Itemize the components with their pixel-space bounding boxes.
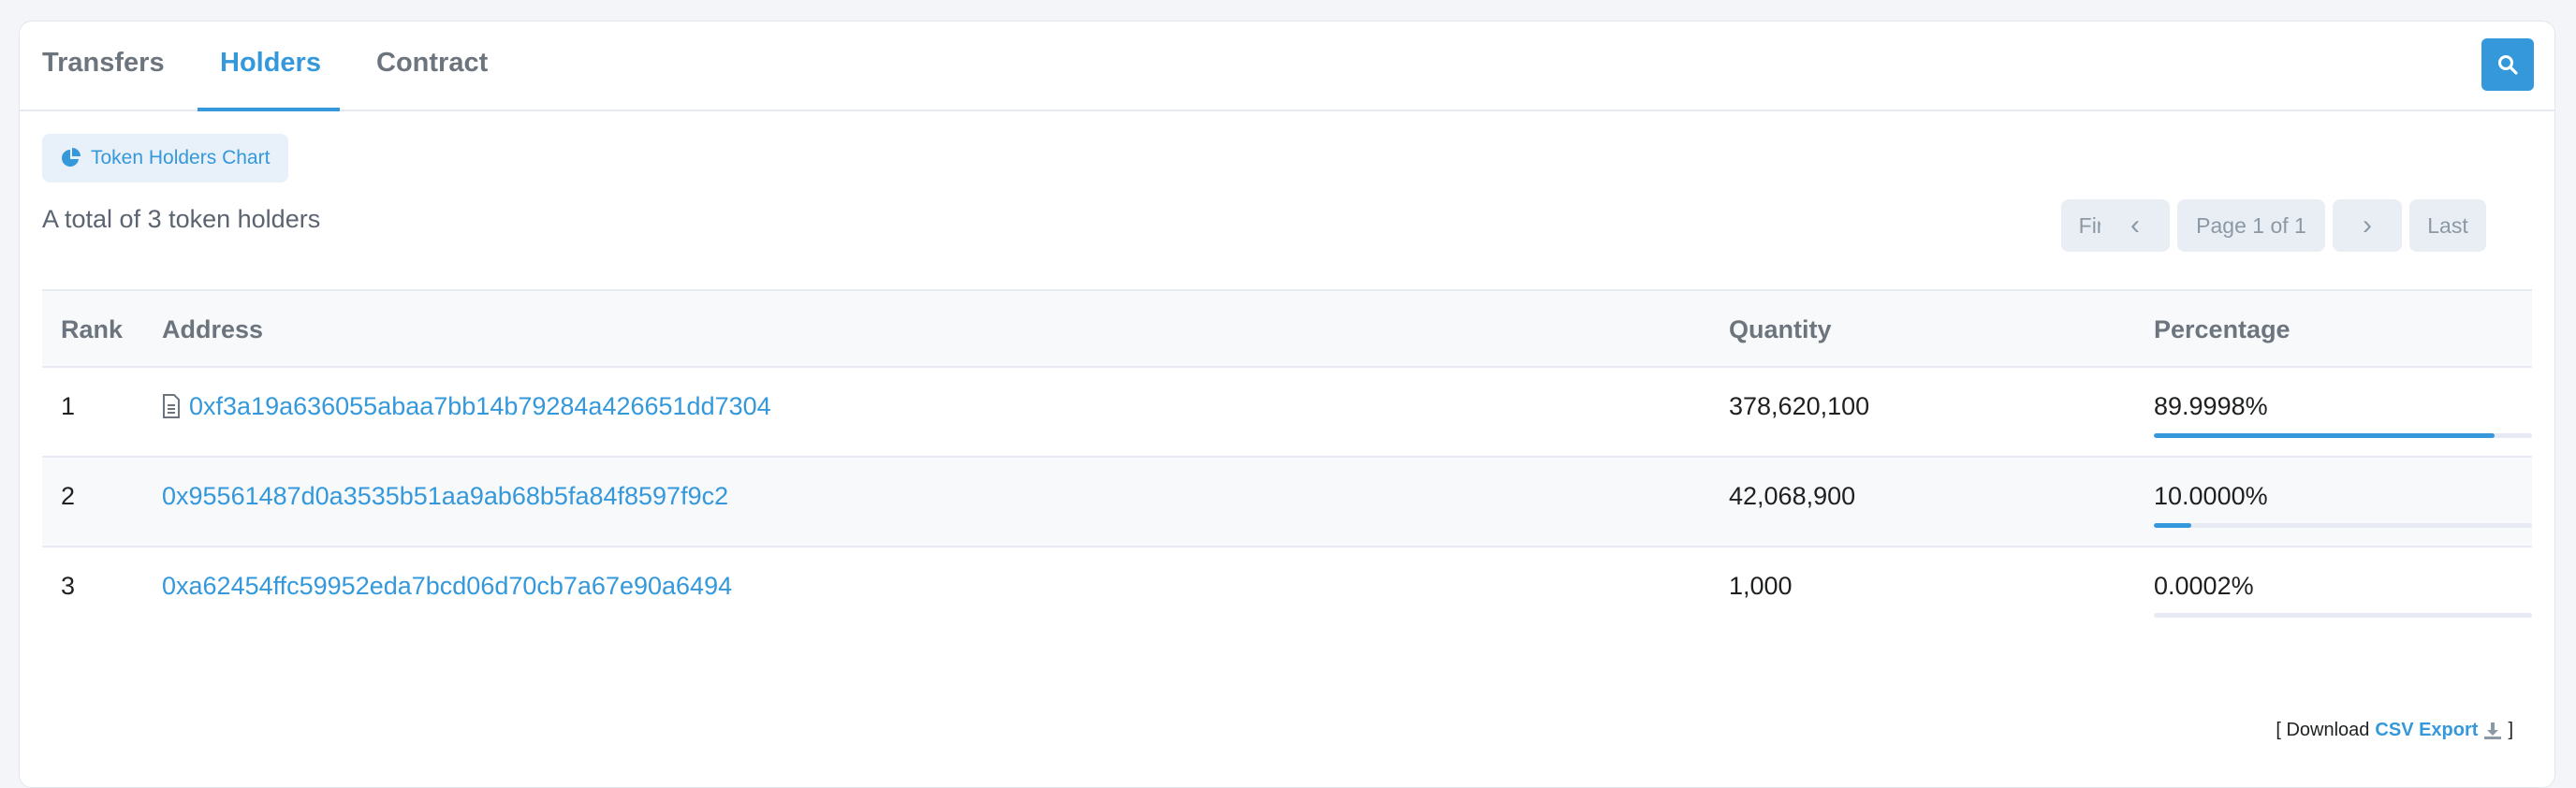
contract-file-icon [163, 394, 180, 418]
table-row: 2 0x95561487d0a3535b51aa9ab68b5fa84f8597… [42, 458, 2532, 547]
rank-cell: 3 [61, 572, 76, 600]
holder-address-link[interactable]: 0xf3a19a636055abaa7bb14b79284a426651dd73… [189, 392, 771, 421]
column-header-rank: Rank [61, 315, 124, 343]
total-holders-text: A total of 3 token holders [42, 205, 321, 233]
last-page-button[interactable]: Last [2409, 199, 2486, 252]
next-page-button[interactable]: › [2333, 199, 2402, 252]
csv-export-label: CSV Export [2375, 720, 2479, 740]
tab-holders[interactable]: Holders [220, 48, 321, 109]
chevron-right-icon: › [2363, 210, 2372, 241]
percentage-bar-fill [2154, 523, 2192, 528]
tab-bar: Transfers Holders Contract [20, 22, 2554, 111]
prev-page-button[interactable]: ‹ [2100, 199, 2170, 252]
holders-card: Transfers Holders Contract Token Holders… [19, 21, 2555, 788]
holder-address-link[interactable]: 0x95561487d0a3535b51aa9ab68b5fa84f8597f9… [162, 482, 728, 511]
search-icon [2498, 55, 2518, 75]
percentage-bar [2154, 523, 2532, 528]
percentage-bar-fill [2154, 433, 2495, 438]
column-header-address: Address [162, 315, 264, 343]
download-icon [2484, 722, 2502, 739]
page-indicator: Page 1 of 1 [2177, 199, 2325, 252]
percentage-cell: 10.0000% [2154, 482, 2268, 510]
download-prefix: [ Download [2276, 720, 2370, 740]
table-row: 1 0xf3a19a636055abaa7bb14b79284a426651dd… [42, 368, 2532, 458]
quantity-cell: 378,620,100 [1729, 392, 1870, 420]
holders-table: Rank Address Quantity Percentage 1 0xf3a… [42, 289, 2532, 637]
tab-transfers[interactable]: Transfers [42, 48, 165, 109]
table-header: Rank Address Quantity Percentage [42, 289, 2532, 368]
quantity-cell: 1,000 [1729, 572, 1793, 600]
holder-address-link[interactable]: 0xa62454ffc59952eda7bcd06d70cb7a67e90a64… [162, 572, 732, 601]
active-tab-indicator [198, 108, 340, 111]
column-header-percentage: Percentage [2154, 315, 2291, 343]
quantity-cell: 42,068,900 [1729, 482, 1856, 510]
percentage-bar [2154, 613, 2532, 618]
download-suffix: ] [2508, 720, 2513, 740]
download-csv-line: [ Download CSV Export ] [2276, 720, 2513, 741]
percentage-bar [2154, 433, 2532, 438]
percentage-cell: 89.9998% [2154, 392, 2268, 420]
chevron-left-icon: ‹ [2130, 210, 2140, 241]
tab-contract[interactable]: Contract [376, 48, 488, 109]
pie-chart-icon [62, 148, 80, 167]
search-button[interactable] [2481, 38, 2534, 91]
token-holders-chart-button[interactable]: Token Holders Chart [42, 134, 289, 182]
csv-export-link[interactable]: CSV Export [2375, 720, 2502, 741]
table-row: 3 0xa62454ffc59952eda7bcd06d70cb7a67e90a… [42, 547, 2532, 637]
column-header-quantity: Quantity [1729, 315, 1832, 343]
percentage-cell: 0.0002% [2154, 572, 2254, 600]
rank-cell: 1 [61, 392, 76, 420]
chart-button-label: Token Holders Chart [91, 147, 271, 168]
rank-cell: 2 [61, 482, 76, 510]
